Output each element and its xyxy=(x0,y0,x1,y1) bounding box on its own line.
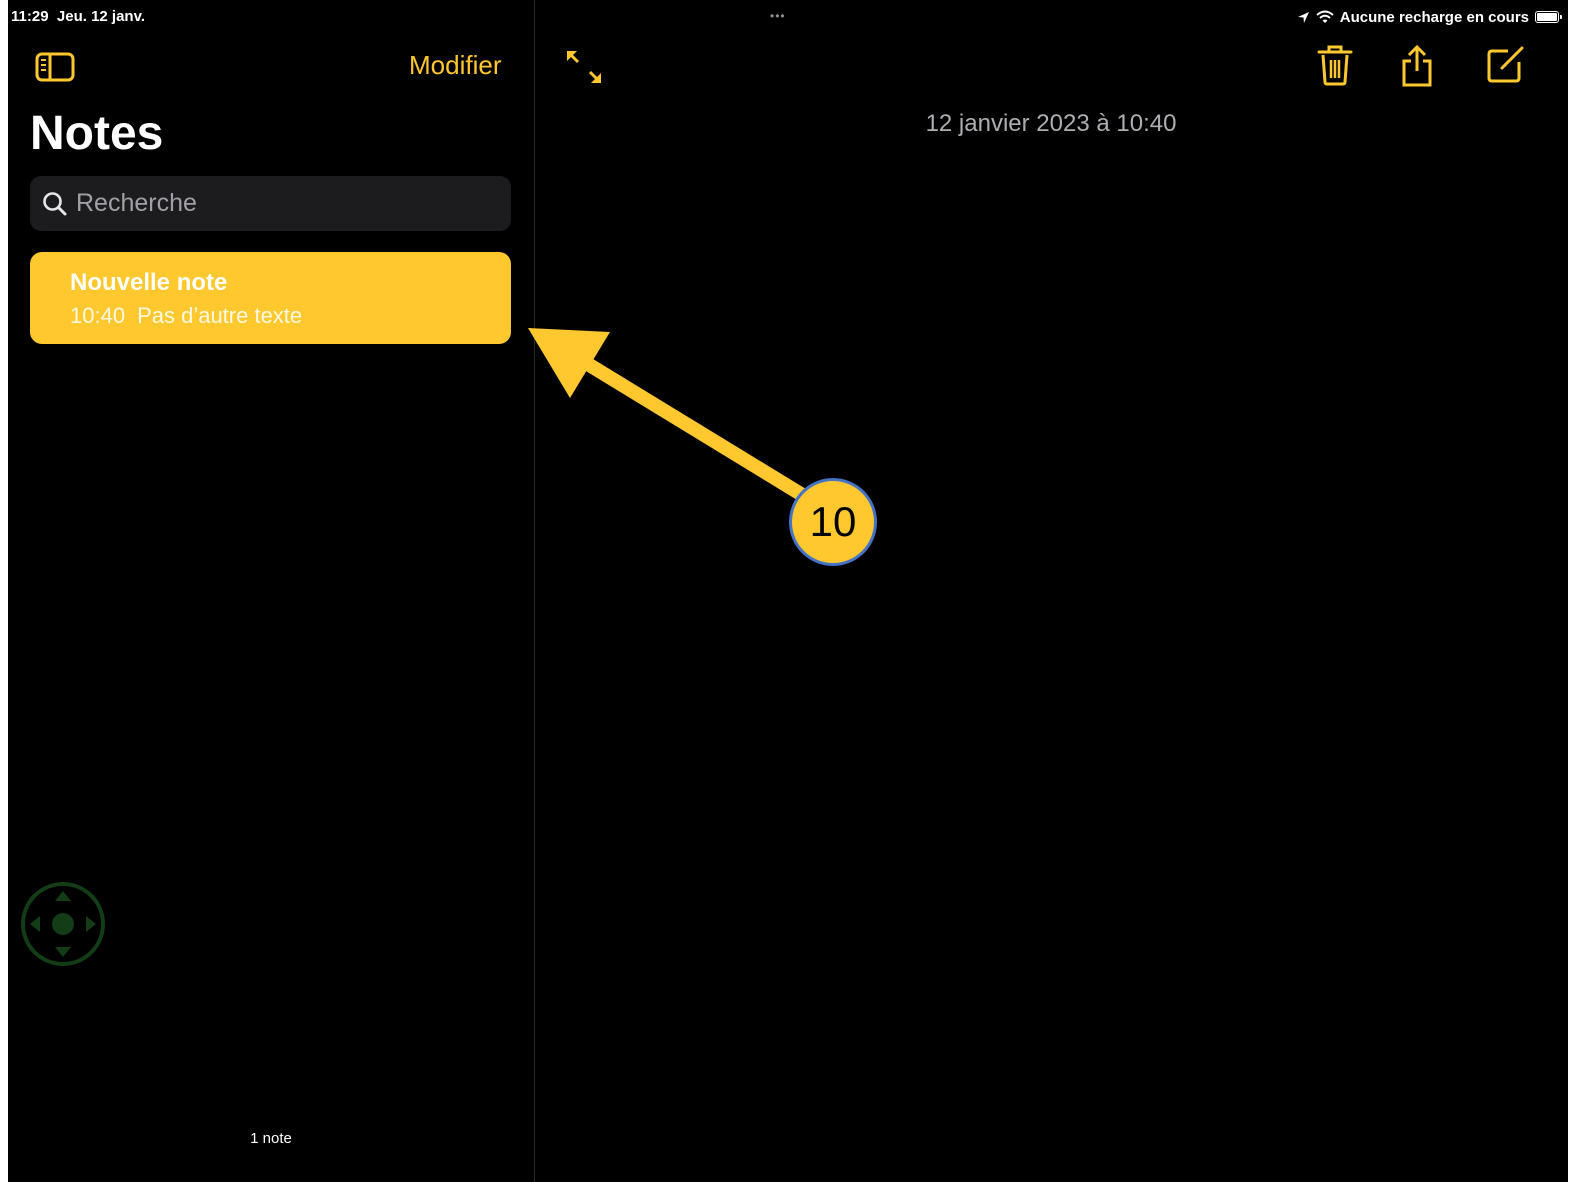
location-icon xyxy=(1297,11,1309,23)
search-bar[interactable] xyxy=(30,176,511,231)
step-number-badge: 10 xyxy=(789,478,877,566)
battery-icon xyxy=(1535,11,1562,23)
note-date: 12 janvier 2023 à 10:40 xyxy=(925,110,1177,137)
expand-icon[interactable] xyxy=(564,48,604,86)
multitask-dots[interactable]: ••• xyxy=(770,9,786,23)
search-input[interactable] xyxy=(74,188,498,219)
note-subtitle: 10:40 Pas d’autre texte xyxy=(70,303,511,329)
notes-app-screen: 11:29 Jeu. 12 janv. ••• Aucune recharge … xyxy=(8,0,1568,1182)
wifi-icon xyxy=(1316,10,1334,23)
share-icon[interactable] xyxy=(1398,44,1436,88)
note-count: 1 note xyxy=(250,1130,292,1147)
note-time: 10:40 xyxy=(70,303,126,328)
notes-sidebar: Modifier Notes Nouvelle note 10:40 Pas d’… xyxy=(8,0,535,1182)
trash-icon[interactable] xyxy=(1316,44,1354,86)
page-title: Notes xyxy=(30,107,164,160)
assistive-touch-joystick-icon[interactable] xyxy=(20,881,106,967)
edit-button[interactable]: Modifier xyxy=(409,50,501,81)
compose-icon[interactable] xyxy=(1486,44,1526,84)
search-icon xyxy=(43,191,67,215)
status-indicators: Aucune recharge en cours xyxy=(1297,7,1562,27)
note-list-item[interactable]: Nouvelle note 10:40 Pas d’autre texte xyxy=(30,252,511,344)
note-preview: Pas d’autre texte xyxy=(137,303,303,328)
sidebar-toggle-icon[interactable] xyxy=(35,50,75,84)
note-title: Nouvelle note xyxy=(70,269,228,296)
charging-status-text: Aucune recharge en cours xyxy=(1339,8,1529,26)
